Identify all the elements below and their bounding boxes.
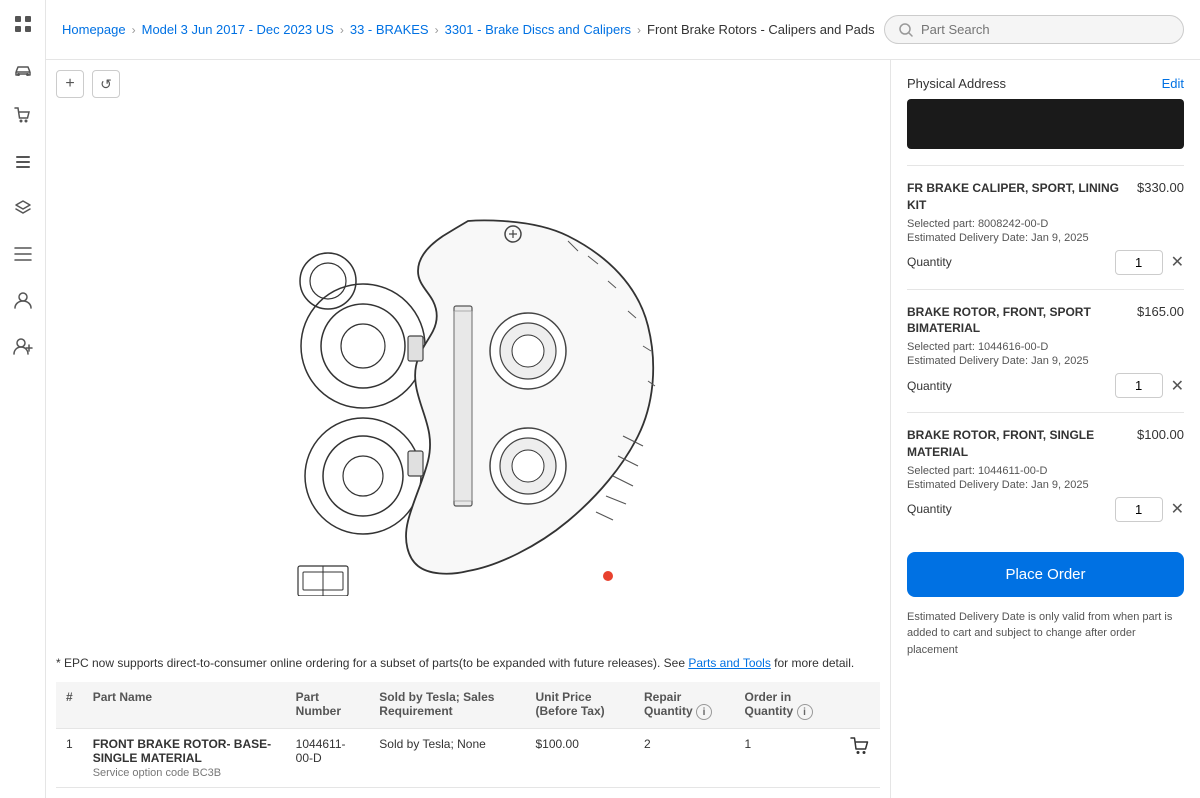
- address-label: Physical Address: [907, 76, 1006, 91]
- cart-item-2-qty-input[interactable]: 1: [1115, 373, 1163, 398]
- layers-icon[interactable]: [9, 194, 37, 222]
- cart-item-1-actions: 1 ✕: [1115, 250, 1184, 275]
- list-icon[interactable]: [9, 148, 37, 176]
- person-add-icon[interactable]: [9, 332, 37, 360]
- cart-item-1-part: Selected part: 8008242-00-D: [907, 218, 1184, 230]
- breadcrumb: Homepage › Model 3 Jun 2017 - Dec 2023 U…: [46, 0, 1200, 60]
- cart-item-2-delivery: Estimated Delivery Date: Jan 9, 2025: [907, 355, 1184, 367]
- place-order-button[interactable]: Place Order: [907, 552, 1184, 597]
- row-partname: FRONT BRAKE ROTOR- BASE- SINGLE MATERIAL…: [83, 729, 286, 788]
- cart-item-3-qty-input[interactable]: 1: [1115, 497, 1163, 522]
- notice-text: * EPC now supports direct-to-consumer on…: [56, 654, 880, 672]
- breadcrumb-homepage[interactable]: Homepage: [62, 22, 126, 37]
- row-soldby: Sold by Tesla; None: [369, 729, 525, 788]
- cart-item-1-price: $330.00: [1137, 180, 1184, 195]
- col-action: [840, 682, 880, 729]
- breadcrumb-3301[interactable]: 3301 - Brake Discs and Calipers: [445, 22, 631, 37]
- diagram-image: [56, 106, 880, 646]
- edit-address-link[interactable]: Edit: [1162, 76, 1184, 91]
- cart-item-3-delivery: Estimated Delivery Date: Jan 9, 2025: [907, 479, 1184, 491]
- cart-item-1-title: FR BRAKE CALIPER, SPORT, LINING KIT: [907, 180, 1129, 214]
- order-qty-info-icon[interactable]: i: [797, 704, 813, 720]
- row-cart-action: [840, 729, 880, 788]
- col-partname: Part Name: [83, 682, 286, 729]
- cart-icon[interactable]: [9, 102, 37, 130]
- search-input[interactable]: [921, 22, 1169, 37]
- repair-qty-info-icon[interactable]: i: [696, 704, 712, 720]
- row-unitprice: $100.00: [525, 729, 634, 788]
- cart-item-3-title: BRAKE ROTOR, FRONT, SINGLE MATERIAL: [907, 427, 1129, 461]
- sidebar: [0, 0, 46, 798]
- col-orderqty: Order in Quantity i: [735, 682, 840, 729]
- car-icon[interactable]: [9, 56, 37, 84]
- breadcrumb-brakes[interactable]: 33 - BRAKES: [350, 22, 429, 37]
- cart-item-3: BRAKE ROTOR, FRONT, SINGLE MATERIAL $100…: [907, 412, 1184, 536]
- diagram-area: + ↺: [46, 60, 890, 798]
- table-row: 1 FRONT BRAKE ROTOR- BASE- SINGLE MATERI…: [56, 729, 880, 788]
- menu-icon[interactable]: [9, 240, 37, 268]
- quantity-label-3: Quantity: [907, 502, 952, 516]
- breadcrumb-current: Front Brake Rotors - Calipers and Pads: [647, 22, 875, 37]
- parts-table-area: # Part Name Part Number Sold by Tesla; S…: [56, 682, 880, 789]
- address-block: [907, 99, 1184, 149]
- cart-item-2-actions: 1 ✕: [1115, 373, 1184, 398]
- row-partnumber: 1044611-00-D: [286, 729, 370, 788]
- main-content: Homepage › Model 3 Jun 2017 - Dec 2023 U…: [46, 0, 1200, 798]
- parts-table: # Part Name Part Number Sold by Tesla; S…: [56, 682, 880, 789]
- address-header: Physical Address Edit: [907, 76, 1184, 91]
- row-repairqty: 2: [634, 729, 735, 788]
- col-repairqty: Repair Quantity i: [634, 682, 735, 729]
- row-num: 1: [56, 729, 83, 788]
- part-diagram-svg: [208, 156, 728, 596]
- breadcrumb-sep-1: ›: [132, 23, 136, 37]
- parts-tools-link[interactable]: Parts and Tools: [688, 656, 771, 670]
- row-orderqty: 1: [735, 729, 840, 788]
- cart-item-2-remove-button[interactable]: ✕: [1171, 376, 1184, 396]
- cart-item-1-delivery: Estimated Delivery Date: Jan 9, 2025: [907, 232, 1184, 244]
- cart-item-3-part: Selected part: 1044611-00-D: [907, 465, 1184, 477]
- cart-item-1-qty-input[interactable]: 1: [1115, 250, 1163, 275]
- delivery-notice: Estimated Delivery Date is only valid fr…: [907, 609, 1184, 659]
- grid-icon[interactable]: [9, 10, 37, 38]
- quantity-label-2: Quantity: [907, 379, 952, 393]
- breadcrumb-sep-3: ›: [435, 23, 439, 37]
- search-box[interactable]: [884, 15, 1184, 44]
- cart-item-2-price: $165.00: [1137, 304, 1184, 319]
- col-soldby: Sold by Tesla; Sales Requirement: [369, 682, 525, 729]
- rotate-button[interactable]: ↺: [92, 70, 120, 98]
- breadcrumb-sep-4: ›: [637, 23, 641, 37]
- search-icon: [899, 23, 913, 37]
- cart-item-3-price: $100.00: [1137, 427, 1184, 442]
- col-partnumber: Part Number: [286, 682, 370, 729]
- breadcrumb-sep-2: ›: [340, 23, 344, 37]
- cart-item-2: BRAKE ROTOR, FRONT, SPORT BIMATERIAL $16…: [907, 289, 1184, 413]
- content-area: + ↺: [46, 60, 1200, 798]
- col-num: #: [56, 682, 83, 729]
- col-unitprice: Unit Price (Before Tax): [525, 682, 634, 729]
- quantity-label-1: Quantity: [907, 255, 952, 269]
- diagram-toolbar: + ↺: [56, 70, 880, 98]
- zoom-in-button[interactable]: +: [56, 70, 84, 98]
- breadcrumb-model3[interactable]: Model 3 Jun 2017 - Dec 2023 US: [142, 22, 334, 37]
- cart-item-1: FR BRAKE CALIPER, SPORT, LINING KIT $330…: [907, 165, 1184, 289]
- right-panel: Physical Address Edit FR BRAKE CALIPER, …: [890, 60, 1200, 798]
- cart-item-1-remove-button[interactable]: ✕: [1171, 252, 1184, 272]
- cart-item-3-remove-button[interactable]: ✕: [1171, 499, 1184, 519]
- cart-item-3-actions: 1 ✕: [1115, 497, 1184, 522]
- cart-item-2-part: Selected part: 1044616-00-D: [907, 341, 1184, 353]
- add-to-cart-button[interactable]: [850, 737, 870, 762]
- user-icon[interactable]: [9, 286, 37, 314]
- cart-item-2-title: BRAKE ROTOR, FRONT, SPORT BIMATERIAL: [907, 304, 1129, 338]
